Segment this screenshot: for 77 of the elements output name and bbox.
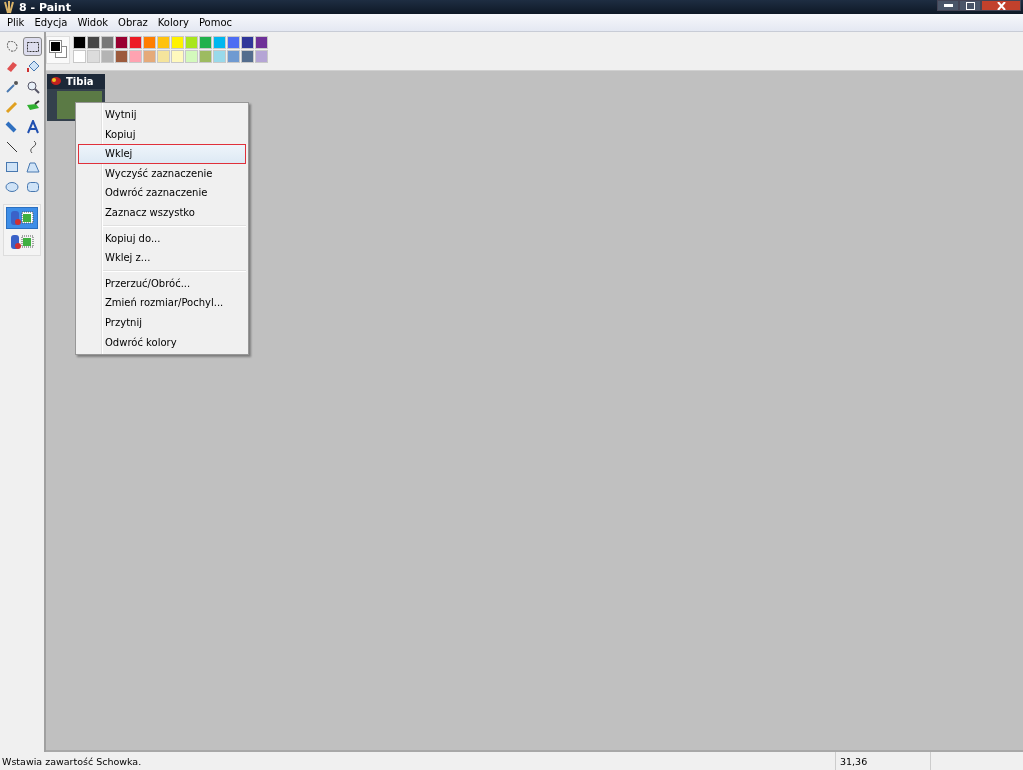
- color-swatch[interactable]: [199, 50, 212, 63]
- color-swatch[interactable]: [129, 36, 142, 49]
- menu-item[interactable]: Przytnij: [78, 312, 246, 333]
- color-swatch[interactable]: [199, 36, 212, 49]
- menu-item[interactable]: Widok: [72, 17, 114, 28]
- menu-item[interactable]: Wytnij: [78, 105, 246, 125]
- color-swatch[interactable]: [241, 36, 254, 49]
- background-mode-button[interactable]: [6, 207, 38, 229]
- color-swatch[interactable]: [115, 50, 128, 63]
- menu-item[interactable]: Przerzuć/Obróć...: [78, 273, 246, 294]
- lasso-icon: [4, 39, 19, 54]
- color-swatch[interactable]: [227, 50, 240, 63]
- color-swatch[interactable]: [213, 36, 226, 49]
- menu-item[interactable]: Kopiuj: [78, 124, 246, 145]
- cursor-coordinates: 31,36: [835, 752, 930, 770]
- pencil-icon: [4, 99, 19, 114]
- color-swatch[interactable]: [185, 36, 198, 49]
- magnifier-icon: [25, 79, 40, 94]
- menu-item[interactable]: Plik: [2, 17, 30, 28]
- color-swatch[interactable]: [115, 36, 128, 49]
- minimize-button[interactable]: [937, 0, 959, 11]
- color-swatch[interactable]: [73, 50, 86, 63]
- rounded-rectangle-icon: [25, 179, 40, 194]
- eraser-icon: [4, 59, 19, 74]
- color-swatch[interactable]: [87, 36, 100, 49]
- status-message: Wstawia zawartość Schowka.: [1, 755, 143, 767]
- menu-item[interactable]: Odwróć zaznaczenie: [78, 183, 246, 203]
- menu-item[interactable]: Obraz: [113, 17, 153, 28]
- menu-item[interactable]: Edycja: [29, 17, 73, 28]
- image-title: Tibia: [66, 76, 94, 87]
- color-swatch[interactable]: [87, 50, 100, 63]
- color-swatch[interactable]: [255, 50, 268, 63]
- dashed-rectangle-icon: [25, 39, 40, 54]
- paint-bucket-icon: [25, 59, 40, 74]
- menu-item[interactable]: Zaznacz wszystko: [78, 202, 246, 223]
- menu-item[interactable]: Wyczyść zaznaczenie: [78, 163, 246, 184]
- parrot-icon: [50, 76, 62, 87]
- color-swatch[interactable]: [255, 36, 268, 49]
- menu-item[interactable]: Zmień rozmiar/Pochyl...: [78, 293, 246, 313]
- menu-item[interactable]: Pomoc: [193, 17, 238, 28]
- color-swatch[interactable]: [241, 50, 254, 63]
- minimize-icon: [943, 4, 953, 7]
- current-colors[interactable]: [46, 36, 70, 64]
- restore-icon: [965, 1, 975, 10]
- color-swatch[interactable]: [143, 36, 156, 49]
- color-swatch[interactable]: [73, 36, 86, 49]
- color-swatch[interactable]: [185, 50, 198, 63]
- color-swatch[interactable]: [157, 50, 170, 63]
- menu-item[interactable]: Wklej: [78, 144, 246, 164]
- color-swatch[interactable]: [157, 36, 170, 49]
- color-swatch[interactable]: [171, 50, 184, 63]
- close-icon: [996, 1, 1006, 10]
- color-swatch[interactable]: [227, 36, 240, 49]
- spray-can-icon: [4, 119, 19, 134]
- window-title: 8 - Paint: [19, 0, 71, 14]
- color-swatch[interactable]: [213, 50, 226, 63]
- color-swatch[interactable]: [129, 50, 142, 63]
- tool-button[interactable]: [23, 37, 42, 56]
- rectangle-icon: [4, 159, 19, 174]
- transparent-shapes-icon: [9, 233, 35, 251]
- maximize-button[interactable]: [959, 0, 981, 11]
- color-swatch[interactable]: [101, 50, 114, 63]
- menu-item[interactable]: Odwróć kolory: [78, 332, 246, 353]
- close-button[interactable]: [981, 0, 1021, 11]
- color-swatch[interactable]: [143, 50, 156, 63]
- line-icon: [4, 139, 19, 154]
- menu-item[interactable]: Kopiuj do...: [78, 228, 246, 249]
- eyedropper-icon: [4, 79, 19, 94]
- opaque-shapes-icon: [9, 209, 35, 227]
- letter-a-icon: [25, 119, 40, 134]
- menu-item[interactable]: Wklej z...: [78, 248, 246, 268]
- brushes-icon: [3, 0, 15, 14]
- color-swatch[interactable]: [101, 36, 114, 49]
- polygon-icon: [25, 159, 40, 174]
- color-swatch[interactable]: [171, 36, 184, 49]
- menu-item[interactable]: Kolory: [152, 17, 194, 28]
- ellipse-icon: [4, 179, 19, 194]
